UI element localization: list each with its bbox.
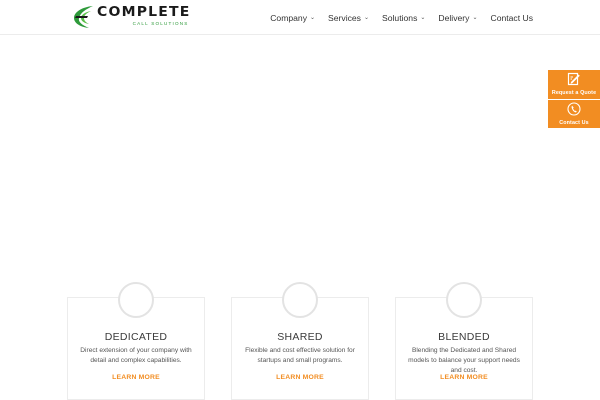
nav-item-label: Company (270, 12, 307, 23)
card-icon-placeholder (446, 282, 482, 318)
contact-us-label: Contact Us (559, 120, 589, 126)
chevron-down-icon: ⌄ (310, 15, 316, 21)
card-description: Flexible and cost effective solution for… (245, 347, 355, 364)
card-description: Blending the Dedicated and Shared models… (408, 347, 520, 374)
card-description: Direct extension of your company with de… (80, 347, 192, 364)
contact-us-tab[interactable]: Contact Us (548, 100, 600, 128)
logo-tagline: CALL SOLUTIONS (132, 21, 189, 26)
phone-icon (567, 102, 581, 116)
logo-swoosh-icon (72, 4, 96, 30)
chevron-down-icon: ⌄ (472, 15, 478, 21)
learn-more-link[interactable]: LEARN MORE (396, 374, 532, 381)
nav-item-company[interactable]: Company ⌄ (270, 13, 315, 23)
nav-item-solutions[interactable]: Solutions ⌄ (382, 13, 425, 23)
nav-item-delivery[interactable]: Delivery ⌄ (438, 13, 477, 23)
nav-item-label: Delivery (438, 12, 470, 23)
request-quote-label: Request a Quote (551, 90, 597, 96)
card-icon-placeholder (282, 282, 318, 318)
chevron-down-icon: ⌄ (420, 15, 426, 21)
main-nav: Company ⌄ Services ⌄ Solutions ⌄ Deliver… (257, 0, 533, 35)
company-logo[interactable]: COMPLETE CALL SOLUTIONS (72, 4, 222, 30)
card-title: SHARED (277, 331, 323, 343)
logo-wordmark: COMPLETE (97, 4, 191, 20)
nav-item-label: Services (328, 12, 361, 23)
site-header: COMPLETE CALL SOLUTIONS Company ⌄ Servic… (0, 0, 600, 35)
chevron-down-icon: ⌄ (363, 15, 370, 21)
nav-item-contact-us[interactable]: Contact Us (490, 13, 533, 23)
nav-item-label: Contact Us (490, 12, 533, 23)
card-icon-placeholder (118, 282, 154, 318)
card-title: BLENDED (438, 331, 490, 343)
nav-item-label: Solutions (382, 12, 418, 23)
learn-more-link[interactable]: LEARN MORE (68, 374, 204, 381)
nav-item-services[interactable]: Services ⌄ (328, 13, 369, 23)
learn-more-link[interactable]: LEARN MORE (232, 374, 368, 381)
edit-document-icon (567, 72, 581, 86)
card-title: DEDICATED (104, 331, 168, 343)
request-quote-tab[interactable]: Request a Quote (548, 70, 600, 99)
